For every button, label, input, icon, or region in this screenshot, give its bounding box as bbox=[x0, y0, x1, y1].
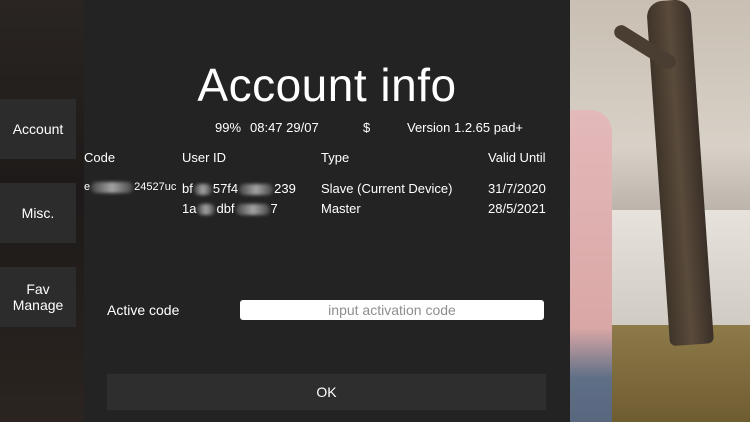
activation-code-input[interactable] bbox=[240, 300, 544, 320]
background-video-frame bbox=[570, 0, 750, 422]
sidebar-item-misc[interactable]: Misc. bbox=[0, 183, 76, 243]
background-person bbox=[570, 110, 612, 422]
currency-symbol: $ bbox=[363, 120, 371, 135]
date-time: 08:47 29/07 bbox=[250, 120, 319, 135]
user-id-suffix: 7 bbox=[270, 201, 278, 216]
ok-button[interactable]: OK bbox=[107, 374, 546, 410]
redacted-blur bbox=[197, 204, 216, 216]
sidebar-item-label: Account bbox=[12, 121, 64, 137]
user-id-suffix: 239 bbox=[274, 181, 296, 196]
table-cell-valid-until: 31/7/2020 bbox=[488, 181, 546, 196]
app-version: Version 1.2.65 pad+ bbox=[407, 120, 524, 135]
sidebar-item-fav-manage[interactable]: Fav Manage bbox=[0, 267, 76, 327]
redacted-blur bbox=[235, 204, 270, 216]
code-visible-suffix: 24527uc bbox=[134, 181, 177, 193]
column-header-code: Code bbox=[84, 150, 116, 165]
sidebar-item-account[interactable]: Account bbox=[0, 99, 76, 159]
table-cell-code: e 24527uc bbox=[84, 181, 176, 193]
user-id-prefix: 1a bbox=[182, 201, 197, 216]
user-id-middle: 57f4 bbox=[212, 181, 239, 196]
user-id-prefix: bf bbox=[182, 181, 193, 196]
sidebar-item-label: Misc. bbox=[21, 205, 55, 221]
user-id-middle: dbf bbox=[216, 201, 235, 216]
active-code-label: Active code bbox=[107, 302, 180, 318]
redacted-blur bbox=[239, 184, 274, 196]
table-cell-user-id: 1a dbf 7 bbox=[182, 201, 278, 216]
column-header-type: Type bbox=[321, 150, 350, 165]
table-cell-type: Master bbox=[321, 201, 361, 216]
column-header-user-id: User ID bbox=[182, 150, 227, 165]
redacted-blur bbox=[91, 181, 134, 193]
battery-level: 99% bbox=[215, 120, 242, 135]
redacted-blur bbox=[193, 184, 212, 196]
table-cell-user-id: bf 57f4 239 bbox=[182, 181, 296, 196]
code-visible-prefix: e bbox=[84, 181, 91, 193]
dialog-title: Account info bbox=[197, 59, 457, 111]
sidebar-item-label: Fav Manage bbox=[12, 281, 64, 313]
table-cell-type: Slave (Current Device) bbox=[321, 181, 453, 196]
table-cell-valid-until: 28/5/2021 bbox=[488, 201, 546, 216]
column-header-valid-until: Valid Until bbox=[488, 150, 546, 165]
